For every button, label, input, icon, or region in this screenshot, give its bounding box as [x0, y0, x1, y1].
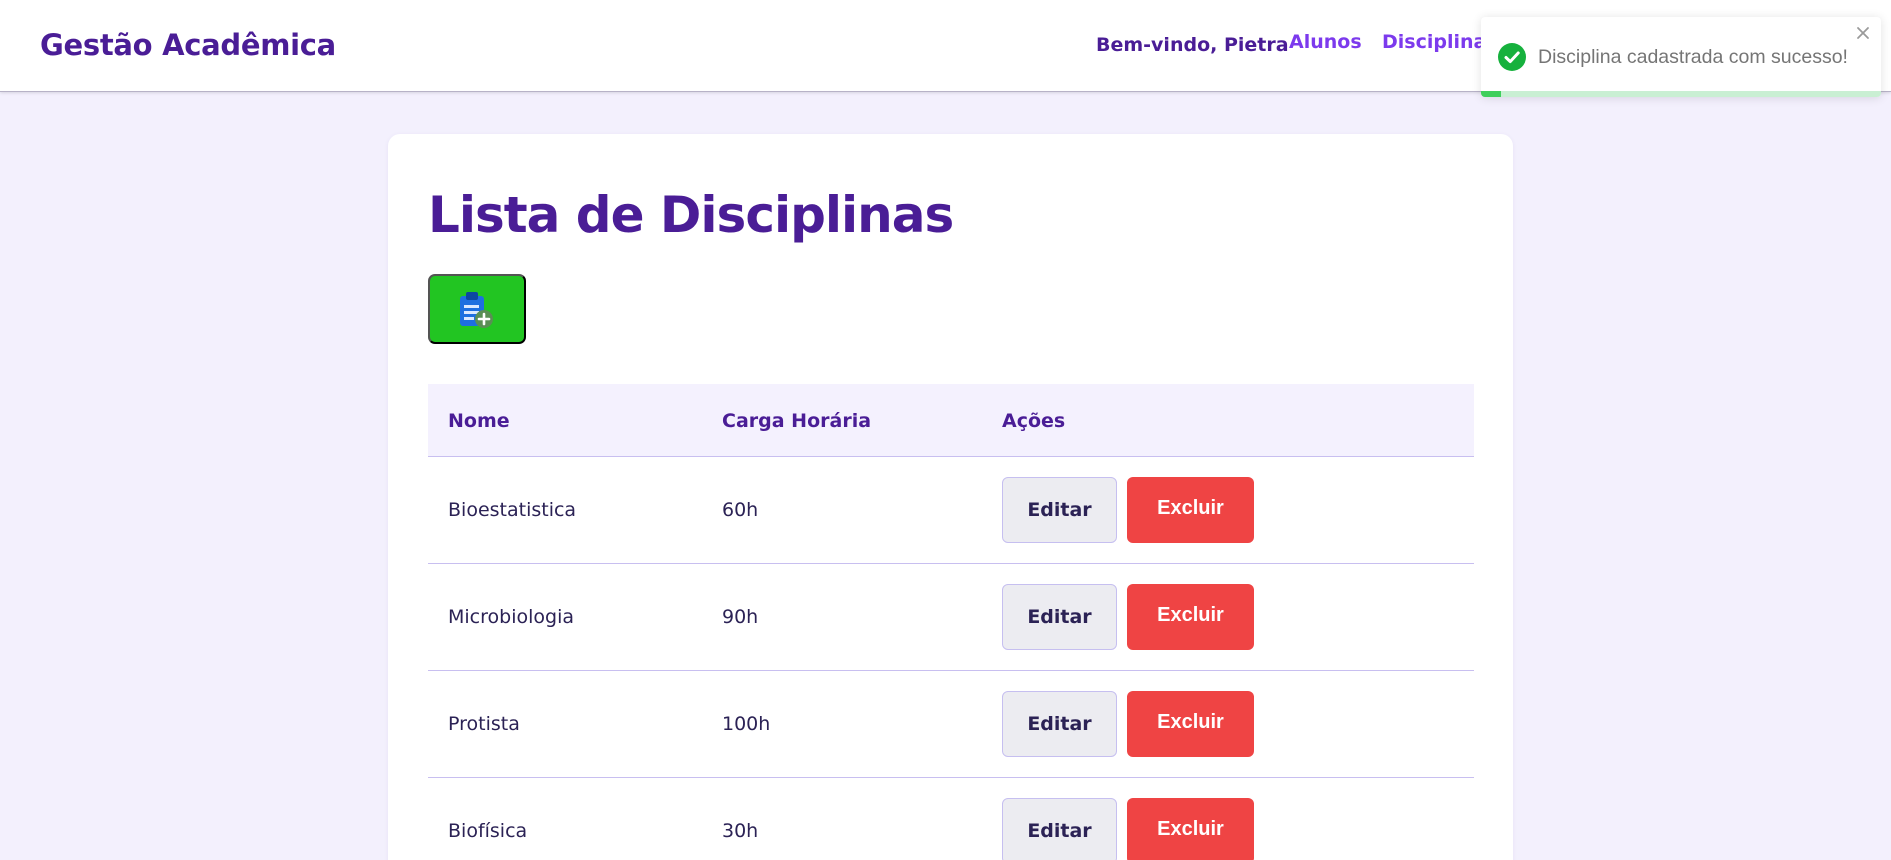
edit-button[interactable]: Editar — [1002, 477, 1117, 543]
delete-button[interactable]: Excluir — [1127, 691, 1254, 757]
edit-button[interactable]: Editar — [1002, 584, 1117, 650]
toast-progress-track — [1481, 91, 1881, 97]
toast-message: Disciplina cadastrada com sucesso! — [1538, 46, 1848, 68]
cell-nome: Bioestatistica — [448, 499, 577, 521]
cell-carga: 90h — [722, 606, 759, 628]
table-row: Bioestatistica 60h Editar Excluir — [428, 457, 1474, 564]
column-header-acoes: Ações — [1002, 410, 1066, 432]
column-header-carga: Carga Horária — [722, 410, 872, 432]
clipboard-add-icon — [460, 292, 493, 328]
cell-carga: 100h — [722, 713, 771, 735]
check-circle-icon — [1498, 43, 1526, 71]
page: Gestão Acadêmica Bem-vindo, Pietra Aluno… — [0, 0, 1891, 860]
delete-button[interactable]: Excluir — [1127, 584, 1254, 650]
close-icon[interactable] — [1854, 24, 1872, 42]
welcome-message: Bem-vindo, Pietra — [1096, 34, 1289, 56]
cell-nome: Microbiologia — [448, 606, 574, 628]
table-row: Biofísica 30h Editar Excluir — [428, 778, 1474, 860]
page-title: Lista de Disciplinas — [428, 186, 954, 244]
toast-progress-bar — [1481, 91, 1501, 97]
cell-nome: Biofísica — [448, 820, 528, 842]
edit-button[interactable]: Editar — [1002, 798, 1117, 860]
success-toast[interactable]: Disciplina cadastrada com sucesso! — [1481, 17, 1881, 97]
column-header-nome: Nome — [448, 410, 510, 432]
brand-title[interactable]: Gestão Acadêmica — [40, 28, 336, 62]
table-row: Microbiologia 90h Editar Excluir — [428, 564, 1474, 671]
edit-button[interactable]: Editar — [1002, 691, 1117, 757]
delete-button[interactable]: Excluir — [1127, 798, 1254, 860]
table-header: Nome Carga Horária Ações — [428, 384, 1474, 457]
cell-nome: Protista — [448, 713, 520, 735]
add-disciplina-button[interactable] — [428, 274, 526, 344]
nav-link-alunos[interactable]: Alunos — [1289, 31, 1362, 53]
delete-button[interactable]: Excluir — [1127, 477, 1254, 543]
cell-carga: 60h — [722, 499, 759, 521]
disciplinas-card: Lista de Disciplinas Nome Carga Horária … — [388, 134, 1513, 860]
table-row: Protista 100h Editar Excluir — [428, 671, 1474, 778]
disciplinas-table: Nome Carga Horária Ações Bioestatistica … — [428, 384, 1474, 860]
cell-carga: 30h — [722, 820, 759, 842]
